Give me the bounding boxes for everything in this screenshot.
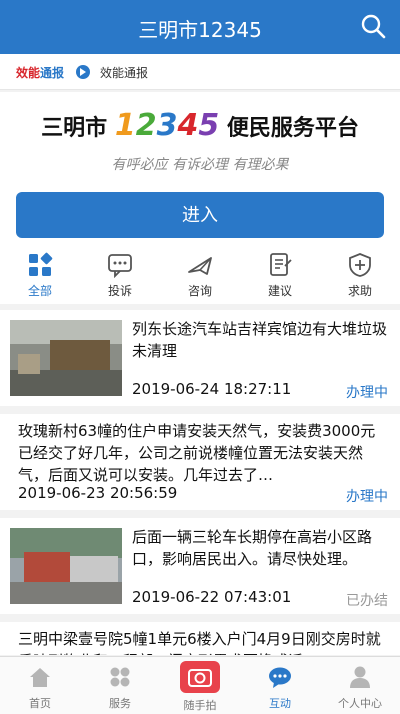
notice-bar[interactable]: 效能通报 效能通报: [0, 54, 400, 90]
chat-icon: [108, 254, 132, 278]
feed-item-title: 列东长途汽车站吉祥宾馆边有大堆垃圾未清理: [132, 320, 388, 360]
app-title: 三明市12345: [138, 18, 262, 42]
user-icon: [350, 666, 370, 688]
tab-interaction[interactable]: 互动: [240, 657, 320, 714]
document-icon: [270, 253, 292, 276]
notice-logo: 效能通报: [16, 66, 65, 80]
tab-label: 互动: [269, 697, 291, 710]
tab-label: 首页: [29, 697, 51, 710]
feed-item[interactable]: 三明中梁壹号院5幢1单元6楼入户门4月9日刚交房时就反映到物业和工程部，门变形需…: [0, 622, 400, 655]
category-inquiry[interactable]: 咨询: [160, 252, 240, 304]
category-all[interactable]: 全部: [0, 252, 80, 304]
tab-label: 个人中心: [338, 697, 382, 710]
feed-item-date: 2019-06-22 07:43:01: [132, 588, 292, 606]
report-photo: [10, 320, 122, 396]
feed-item[interactable]: 列东长途汽车站吉祥宾馆边有大堆垃圾未清理 2019-06-24 18:27:11…: [0, 310, 400, 406]
feed-item-title: 后面一辆三轮车长期停在高岩小区路口，影响居民出入。请尽快处理。: [132, 528, 373, 568]
platform-brand: 三明市 12345 便民服务平台: [41, 108, 359, 143]
status-badge: 办理中: [346, 385, 388, 401]
home-icon: [30, 668, 50, 687]
category-label: 投诉: [107, 284, 132, 298]
feed-item-title: 玫瑰新村63幢的住户申请安装天然气，安装费3000元已经交了好几年，公司之前说楼…: [18, 422, 376, 484]
camera-button: [180, 661, 220, 693]
slogan: 有呼必应 有诉必理 有理必果: [111, 157, 289, 173]
speaker-icon: [76, 65, 90, 79]
category-label: 求助: [347, 284, 372, 298]
paper-plane-icon: [188, 257, 212, 275]
chat-bubble-icon: [269, 667, 291, 688]
category-suggestion[interactable]: 建议: [240, 252, 320, 304]
feed-item[interactable]: 后面一辆三轮车长期停在高岩小区路口，影响居民出入。请尽快处理。 2019-06-…: [0, 518, 400, 614]
feed-item-title: 三明中梁壹号院5幢1单元6楼入户门4月9日刚交房时就反映到物业和工程部，门变形需…: [18, 630, 381, 655]
tab-snapshot[interactable]: 随手拍: [160, 657, 240, 714]
shield-plus-icon: [349, 253, 371, 277]
feed-item[interactable]: 玫瑰新村63幢的住户申请安装天然气，安装费3000元已经交了好几年，公司之前说楼…: [0, 414, 400, 510]
report-feed: 列东长途汽车站吉祥宾馆边有大堆垃圾未清理 2019-06-24 18:27:11…: [0, 310, 400, 655]
tab-home[interactable]: 首页: [0, 657, 80, 714]
category-complaint[interactable]: 投诉: [80, 252, 160, 304]
tab-services[interactable]: 服务: [80, 657, 160, 714]
tab-label: 随手拍: [183, 699, 217, 712]
app-header: 三明市12345: [0, 0, 400, 54]
tab-label: 服务: [109, 697, 131, 710]
camera-icon: [188, 669, 212, 687]
bottom-tab-bar: 首页 服务 随手拍 互动 个人中心: [0, 656, 400, 714]
notice-label: 效能通报: [100, 66, 149, 80]
tab-profile[interactable]: 个人中心: [320, 657, 400, 714]
category-tabs: 全部 投诉 咨询 建议 求助: [0, 252, 400, 304]
status-badge: 办理中: [346, 489, 388, 505]
grid-icon: [29, 252, 53, 276]
category-label: 建议: [267, 284, 292, 298]
feed-item-date: 2019-06-23 20:56:59: [18, 484, 178, 502]
feed-item-date: 2019-06-24 18:27:11: [132, 380, 292, 398]
apps-icon: [110, 667, 130, 687]
status-badge: 已办结: [346, 593, 388, 609]
report-photo: [10, 528, 122, 604]
category-help[interactable]: 求助: [320, 252, 400, 304]
category-label: 全部: [27, 284, 52, 298]
enter-button[interactable]: 进入: [16, 192, 384, 238]
category-label: 咨询: [187, 284, 212, 298]
search-icon[interactable]: [360, 13, 386, 39]
